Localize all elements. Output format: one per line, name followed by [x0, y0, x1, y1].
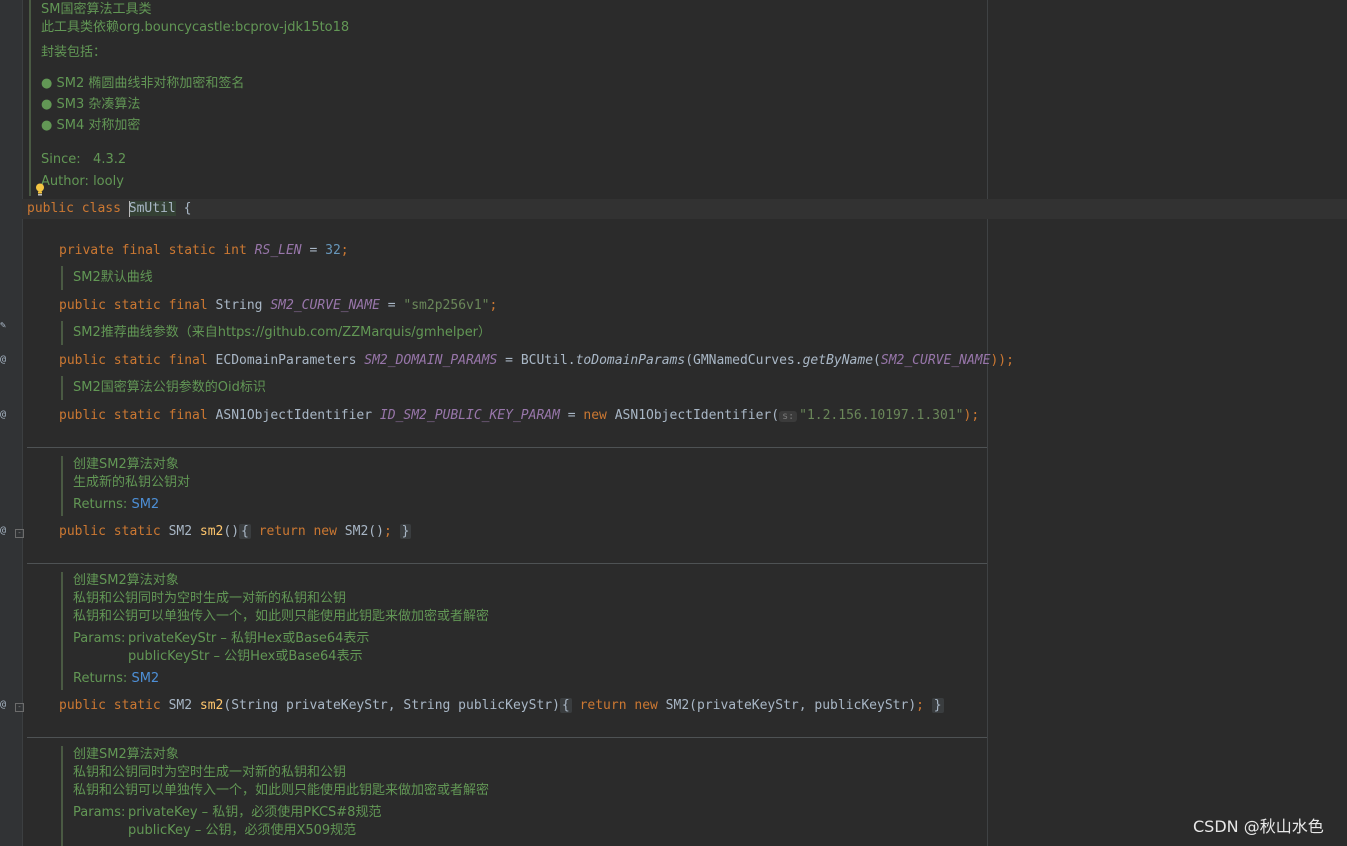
doc-param: privateKey – 私钥，必须使用PKCS#8规范 [128, 805, 382, 820]
doc-bullet: ● SM2 椭圆曲线非对称加密和签名 [41, 76, 245, 91]
field-rs-len[interactable]: private final static int RS_LEN = 32; [59, 241, 349, 261]
annotation-marker-icon[interactable]: @ [0, 699, 10, 711]
class-name[interactable]: SmUtil [128, 200, 176, 217]
doc-returns: Returns: SM2 [73, 671, 160, 686]
doc-line: SM国密算法工具类 [41, 2, 152, 17]
folded-body-close[interactable]: } [399, 524, 412, 539]
class-javadoc: SM国密算法工具类 此工具类依赖org.bouncycastle:bcprov-… [29, 0, 979, 196]
folded-body-close[interactable]: } [931, 698, 944, 713]
field-javadoc: SM2默认曲线 [61, 266, 981, 290]
doc-param: publicKey – 公钥，必须使用X509规范 [128, 823, 357, 838]
method-javadoc: 创建SM2算法对象 私钥和公钥同时为空时生成一对新的私钥和公钥 私钥和公钥可以单… [61, 746, 981, 846]
lightbulb-icon[interactable] [35, 183, 45, 196]
edit-marker-icon[interactable]: ✎ [0, 320, 10, 332]
right-margin-guide [987, 0, 988, 846]
folded-body-open[interactable]: { [239, 524, 251, 539]
returns-type-link[interactable]: SM2 [131, 671, 159, 686]
watermark: CSDN @秋山水色 [1193, 817, 1324, 836]
class-declaration[interactable]: public class SmUtil { [27, 199, 191, 219]
method-sm2-key-strings[interactable]: public static SM2 sm2(String privateKeyS… [59, 696, 944, 716]
annotation-marker-icon[interactable]: @ [0, 525, 10, 537]
method-separator [27, 447, 987, 448]
doc-bullet: ● SM3 杂凑算法 [41, 97, 141, 112]
method-javadoc: 创建SM2算法对象 生成新的私钥公钥对 Returns: SM2 [61, 456, 981, 516]
fold-toggle-icon[interactable]: - [15, 529, 24, 538]
method-javadoc: 创建SM2算法对象 私钥和公钥同时为空时生成一对新的私钥和公钥 私钥和公钥可以单… [61, 572, 981, 690]
doc-params-label: Params: [73, 631, 126, 646]
method-separator [27, 737, 987, 738]
annotation-marker-icon[interactable]: @ [0, 409, 10, 421]
doc-bullet: ● SM4 对称加密 [41, 118, 141, 133]
current-line-highlight [22, 199, 1347, 219]
doc-param: privateKeyStr – 私钥Hex或Base64表示 [128, 631, 370, 646]
field-id-sm2-public-key-param[interactable]: public static final ASN1ObjectIdentifier… [59, 406, 979, 426]
folded-body-open[interactable]: { [559, 698, 572, 713]
doc-line: 封装包括： [41, 45, 107, 60]
doc-author: Author: looly [41, 174, 124, 189]
field-sm2-domain-params[interactable]: public static final ECDomainParameters S… [59, 351, 1014, 371]
method-sm2-no-args[interactable]: public static SM2 sm2(){ return new SM2(… [59, 522, 412, 542]
returns-type-link[interactable]: SM2 [131, 497, 159, 512]
field-javadoc: SM2推荐曲线参数（来自https://github.com/ZZMarquis… [61, 321, 981, 345]
field-javadoc: SM2国密算法公钥参数的Oid标识 [61, 376, 981, 400]
method-separator [27, 563, 987, 564]
doc-returns: Returns: SM2 [73, 497, 160, 512]
doc-line: 此工具类依赖org.bouncycastle:bcprov-jdk15to18 [41, 20, 350, 35]
parameter-hint: s: [779, 411, 798, 422]
fold-toggle-icon[interactable]: - [15, 703, 24, 712]
doc-since: Since: 4.3.2 [41, 152, 127, 167]
field-sm2-curve-name[interactable]: public static final String SM2_CURVE_NAM… [59, 296, 497, 316]
annotation-marker-icon[interactable]: @ [0, 354, 10, 366]
doc-params-label: Params: [73, 805, 126, 820]
doc-param: publicKeyStr – 公钥Hex或Base64表示 [128, 649, 363, 664]
editor-gutter[interactable]: ✎ @ @ @ - @ - [0, 0, 24, 846]
